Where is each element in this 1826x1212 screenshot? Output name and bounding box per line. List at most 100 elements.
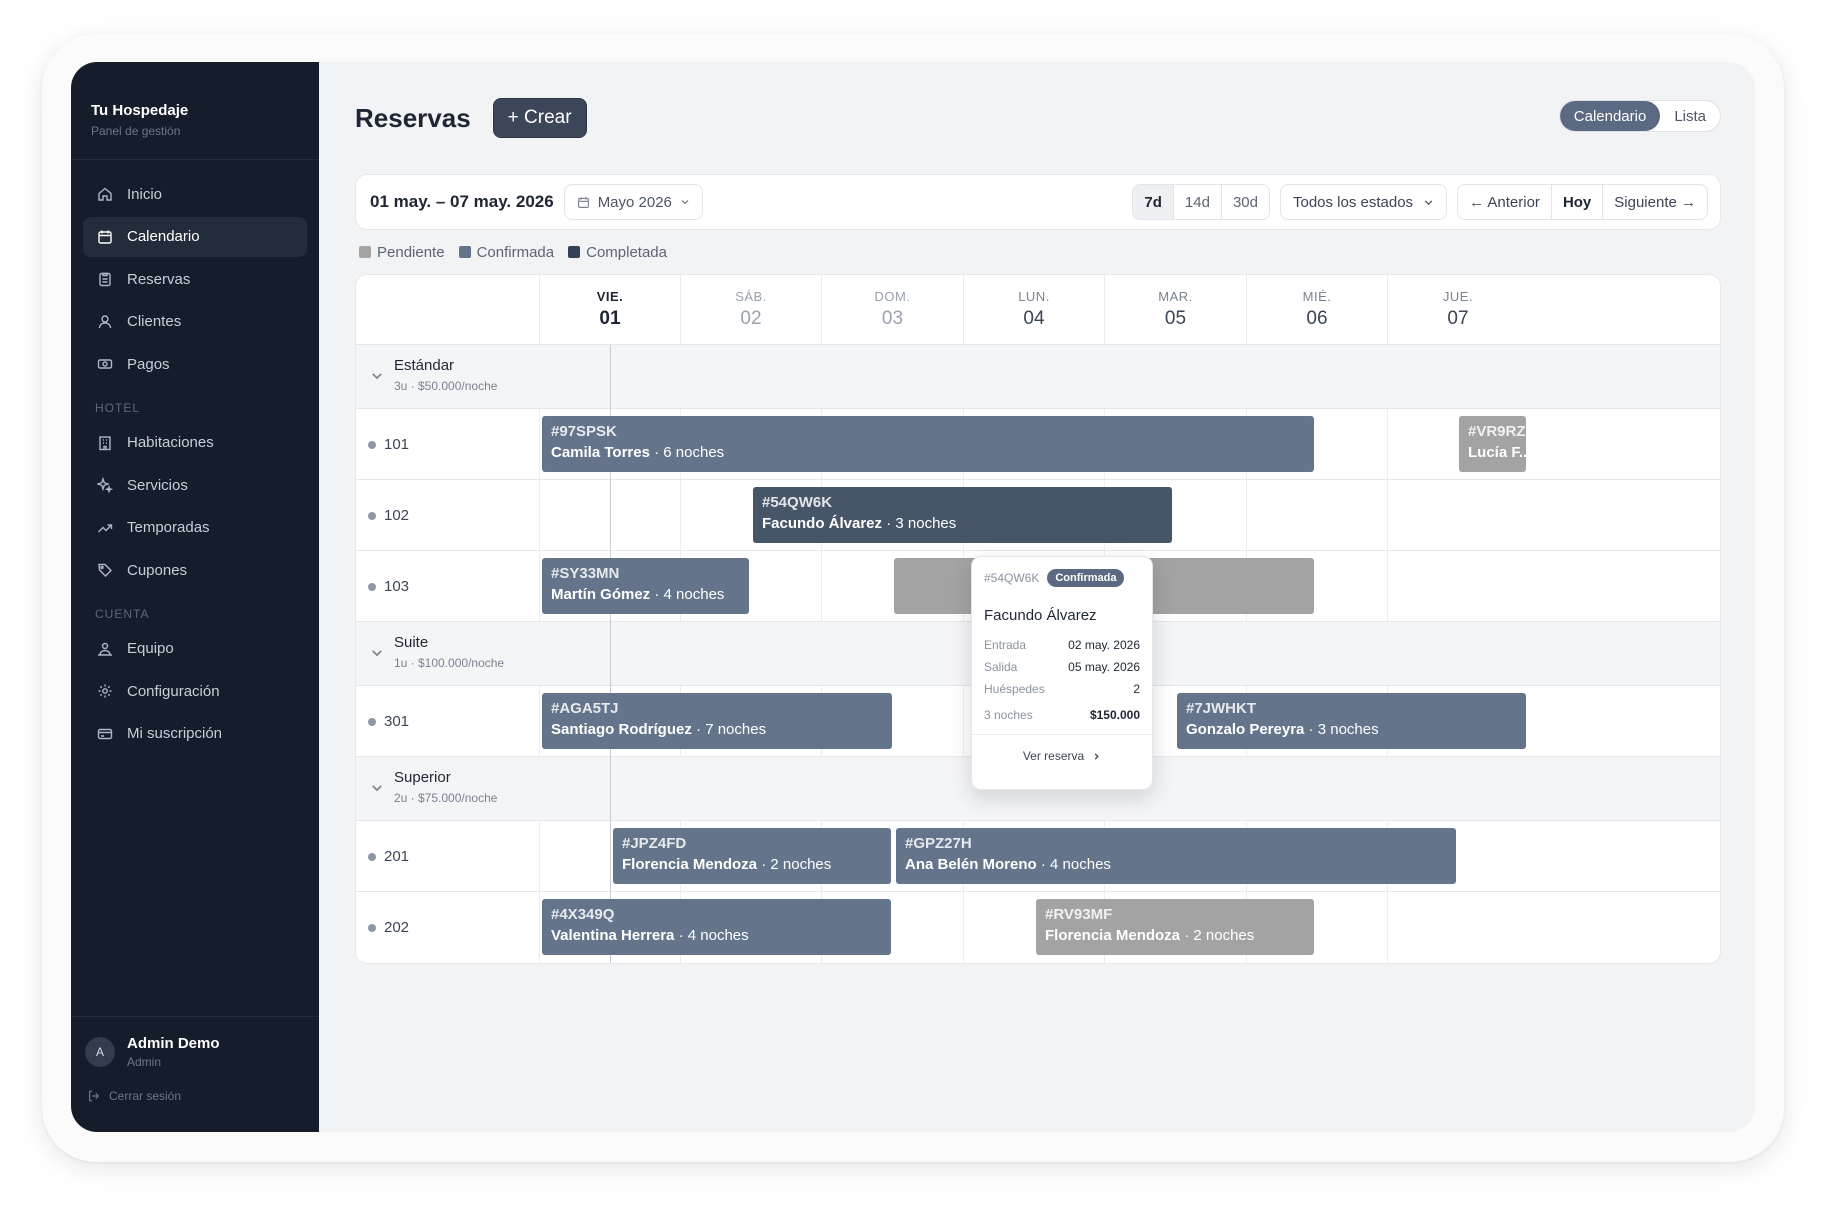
group-subtitle: 2u · $75.000/noche: [394, 791, 498, 805]
page-header: Reservas + Crear Calendario Lista: [355, 62, 1721, 174]
previous-button[interactable]: ← Anterior: [1458, 185, 1552, 219]
status-legend: Pendiente Confirmada Completada: [355, 230, 1721, 274]
sidebar-item-calendario[interactable]: Calendario: [83, 216, 307, 257]
group-name: Suite: [394, 634, 429, 651]
trending-up-icon: [98, 523, 113, 532]
app-window: Tu Hospedaje Panel de gestión Inicio Cal…: [71, 62, 1755, 1132]
popover-guests: Huéspedes 2: [984, 682, 1140, 696]
sidebar-item-label: Temporadas: [127, 519, 210, 536]
span-14d-button[interactable]: 14d: [1174, 185, 1222, 219]
sidebar-item-suscripcion[interactable]: Mi suscripción: [83, 714, 307, 754]
sidebar-item-cupones[interactable]: Cupones: [83, 550, 307, 590]
booking-block[interactable]: #VR9RZ3 Lucía F...: [1459, 416, 1526, 472]
sidebar-footer: A Admin Demo Admin Cerrar sesión: [71, 1016, 319, 1132]
room-number: 101: [384, 436, 410, 453]
legend-item-confirmada: Confirmada: [458, 244, 554, 261]
span-7d-button[interactable]: 7d: [1133, 185, 1174, 219]
chevron-down-icon: [681, 200, 689, 205]
calendar-header: VIE. 01 SÁB. 02 DOM. 03 LUN. 04 MAR. 05 MIÉ. 0…: [356, 275, 1720, 345]
create-button[interactable]: + Crear: [492, 98, 587, 138]
view-list-button[interactable]: Lista: [1660, 101, 1720, 131]
sidebar-item-label: Pagos: [127, 355, 170, 373]
period-navigation: ← Anterior Hoy Siguiente →: [1457, 184, 1708, 220]
day-header: LUN. 04: [963, 275, 1104, 345]
sidebar-item-label: Cupones: [127, 561, 188, 579]
logout-icon: [89, 1090, 100, 1102]
booking-popover: #54QW6K Confirmada Facundo Álvarez Entra…: [971, 556, 1153, 790]
chevron-down-icon[interactable]: [370, 369, 384, 383]
chevron-down-icon[interactable]: [370, 646, 384, 660]
group-subtitle: 3u · $50.000/noche: [394, 379, 498, 393]
sidebar-item-label: Reservas: [127, 270, 191, 288]
room-status-dot: [368, 582, 376, 591]
popover-total: 3 noches $150.000: [984, 708, 1140, 722]
room-status-dot: [368, 511, 376, 520]
booking-block[interactable]: #54QW6K Facundo Álvarez · 3 noches: [753, 487, 1172, 543]
chevron-right-icon: [1094, 752, 1099, 760]
legend-item-pendiente: Pendiente: [359, 244, 445, 261]
view-toggle: Calendario Lista: [1558, 100, 1721, 132]
room-number: 102: [384, 507, 410, 524]
popover-guest-name: Facundo Álvarez: [984, 607, 1097, 624]
section-cuenta: CUENTA: [95, 606, 150, 621]
chevron-down-icon[interactable]: [370, 781, 384, 795]
booking-block[interactable]: #JPZ4FD Florencia Mendoza · 2 noches: [613, 828, 891, 884]
status-badge: Confirmada: [1047, 569, 1125, 587]
room-status-dot: [368, 717, 376, 726]
span-30d-button[interactable]: 30d: [1222, 185, 1269, 219]
booking-block[interactable]: #GPZ27H Ana Belén Moreno · 4 noches: [896, 828, 1456, 884]
day-header: VIE. 01: [539, 275, 680, 345]
sidebar-item-clientes[interactable]: Clientes: [83, 302, 307, 342]
user-role: Admin: [127, 1055, 162, 1069]
legend-item-completada: Completada: [568, 244, 667, 261]
brand: Tu Hospedaje Panel de gestión: [71, 62, 319, 160]
room-status-dot: [368, 440, 376, 449]
sidebar-item-inicio[interactable]: Inicio: [83, 174, 307, 214]
group-subtitle: 1u · $100.000/noche: [394, 656, 505, 670]
status-filter-dropdown[interactable]: Todos los estados: [1279, 184, 1448, 220]
user-profile[interactable]: A Admin Demo Admin: [85, 1035, 305, 1069]
credit-card-icon: [97, 728, 113, 739]
room-number: 202: [384, 919, 410, 936]
calendar-toolbar: 01 may. – 07 may. 2026 Mayo 2026 7d 14d …: [355, 174, 1721, 230]
day-header: MIÉ. 06: [1246, 275, 1387, 345]
view-booking-link[interactable]: Ver reserva: [972, 734, 1152, 763]
sidebar-item-temporadas[interactable]: Temporadas: [83, 508, 307, 548]
room-group-estandar[interactable]: Estándar 3u · $50.000/noche: [356, 345, 1720, 409]
calendar-icon: [98, 230, 112, 244]
sidebar-item-configuracion[interactable]: Configuración: [83, 671, 307, 711]
sidebar-item-reservas[interactable]: Reservas: [83, 259, 307, 299]
room-status-dot: [368, 923, 376, 932]
room-number: 201: [384, 848, 410, 865]
sidebar-item-label: Equipo: [127, 640, 174, 657]
sidebar-item-equipo[interactable]: Equipo: [83, 629, 307, 669]
month-label: Mayo 2026: [597, 193, 672, 211]
next-button[interactable]: Siguiente →: [1603, 185, 1707, 219]
sidebar-item-pagos[interactable]: Pagos: [83, 344, 307, 384]
section-hotel: HOTEL: [95, 400, 141, 415]
avatar: A: [85, 1037, 115, 1067]
chevron-down-icon: [1424, 199, 1433, 205]
booking-block[interactable]: #SY33MN Martín Gómez · 4 noches: [542, 558, 749, 614]
status-filter-label: Todos los estados: [1292, 193, 1414, 211]
money-icon: [97, 359, 113, 369]
sidebar-item-habitaciones[interactable]: Habitaciones: [83, 423, 307, 463]
booking-block[interactable]: #7JWHKT Gonzalo Pereyra · 3 noches: [1177, 693, 1526, 749]
day-header: DOM. 03: [821, 275, 963, 345]
booking-block[interactable]: #4X349Q Valentina Herrera · 4 noches: [542, 899, 891, 955]
sparkles-icon: [97, 477, 113, 493]
logout-button[interactable]: Cerrar sesión: [85, 1089, 305, 1103]
view-calendar-button[interactable]: Calendario: [1559, 101, 1661, 131]
day-header: JUE. 07: [1387, 275, 1528, 345]
room-status-dot: [368, 852, 376, 861]
booking-block[interactable]: #AGA5TJ Santiago Rodríguez · 7 noches: [542, 693, 892, 749]
sidebar-item-servicios[interactable]: Servicios: [83, 465, 307, 505]
home-icon: [98, 187, 112, 201]
booking-block[interactable]: #97SPSK Camila Torres · 6 noches: [542, 416, 1314, 472]
clipboard-icon: [99, 272, 111, 287]
room-number: 301: [384, 713, 410, 730]
today-button[interactable]: Hoy: [1552, 185, 1604, 219]
booking-block[interactable]: #RV93MF Florencia Mendoza · 2 noches: [1036, 899, 1314, 955]
month-picker[interactable]: Mayo 2026: [563, 184, 703, 220]
popover-checkin: Entrada 02 may. 2026: [984, 638, 1140, 652]
